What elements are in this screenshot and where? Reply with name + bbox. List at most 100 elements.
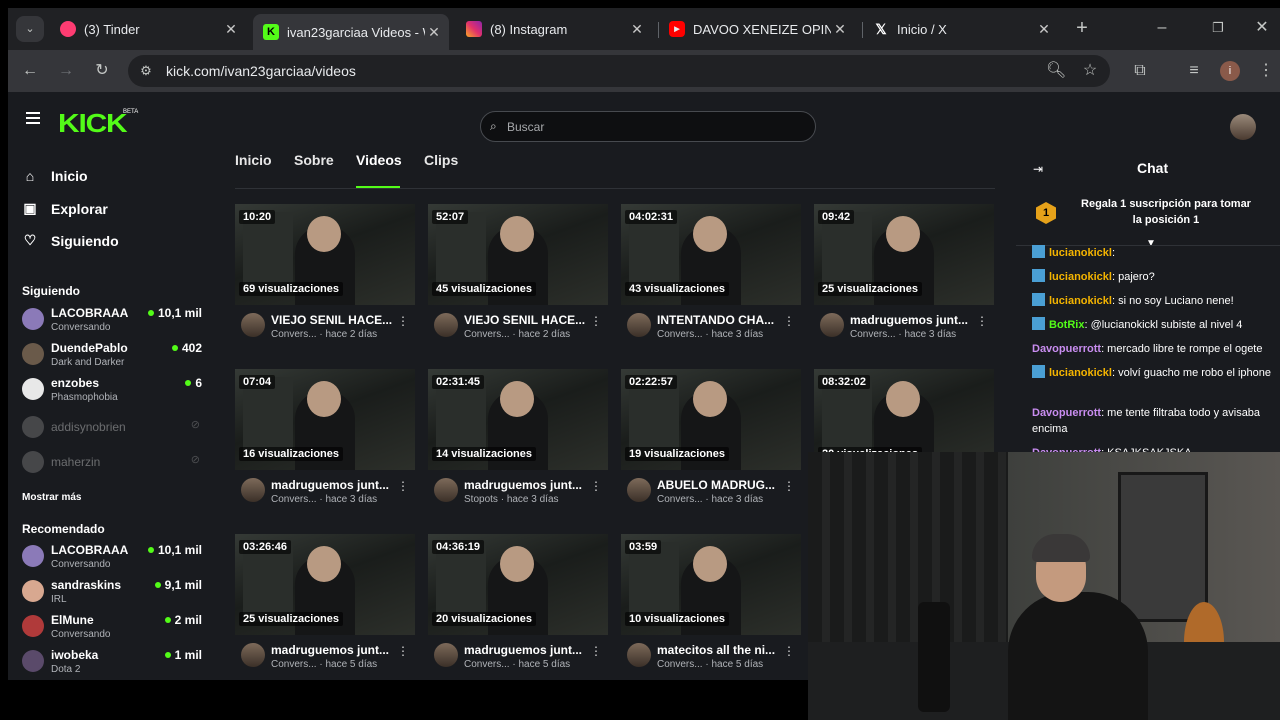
menu-dots-icon[interactable]: ⋮ (1256, 62, 1276, 80)
site-info-icon[interactable]: ⚙ (136, 62, 156, 80)
video-title[interactable]: madruguemos junt... (464, 643, 592, 657)
video-card[interactable]: 02:31:45 14 visualizaciones madruguemos ju… (428, 369, 608, 515)
video-title[interactable]: VIEJO SENIL HACE... (271, 313, 399, 327)
more-options-icon[interactable]: ⋮ (397, 314, 409, 328)
tab-tinder[interactable]: (3) Tinder ✕ (50, 14, 246, 44)
tab-kick-videos[interactable]: K ivan23garciaa Videos - W ✕ (253, 14, 449, 50)
avatar[interactable] (434, 643, 458, 667)
video-thumbnail[interactable]: 09:42 25 visualizaciones (814, 204, 994, 305)
video-thumbnail[interactable]: 02:22:57 19 visualizaciones (621, 369, 801, 470)
hamburger-menu-icon[interactable] (26, 112, 40, 127)
chat-username[interactable]: lucianokickl (1049, 295, 1112, 307)
chat-username[interactable]: lucianokickl (1049, 247, 1112, 259)
gift-subscription-prompt[interactable]: Regala 1 suscripción para tomar la posic… (1076, 196, 1256, 228)
video-thumbnail[interactable]: 52:07 45 visualizaciones (428, 204, 608, 305)
user-avatar[interactable] (1230, 114, 1256, 140)
video-card[interactable]: 04:36:19 20 visualizaciones madruguemos ju… (428, 534, 608, 680)
video-thumbnail[interactable]: 04:02:31 43 visualizaciones (621, 204, 801, 305)
nav-siguiendo[interactable]: ♡ Siguiendo (22, 232, 119, 249)
nav-inicio[interactable]: ⌂ Inicio (22, 168, 88, 184)
avatar[interactable] (241, 643, 265, 667)
video-card[interactable]: 10:20 69 visualizaciones VIEJO SENIL HACE.… (235, 204, 415, 350)
chat-username[interactable]: Davopuerrott (1032, 343, 1101, 355)
following-channel[interactable]: DuendePablo Dark and Darker 402 (22, 339, 202, 371)
bookmark-star-icon[interactable]: ☆ (1080, 62, 1100, 80)
tab-x[interactable]: 𝕏 Inicio / X ✕ (863, 14, 1059, 44)
video-thumbnail[interactable]: 03:26:46 25 visualizaciones (235, 534, 415, 635)
video-category[interactable]: Convers... (657, 329, 703, 340)
following-channel[interactable]: enzobes Phasmophobia 6 (22, 374, 202, 406)
video-card[interactable]: 07:04 16 visualizaciones madruguemos junt.… (235, 369, 415, 515)
video-title[interactable]: madruguemos junt... (271, 478, 399, 492)
close-icon[interactable]: ✕ (425, 24, 443, 41)
more-options-icon[interactable]: ⋮ (397, 644, 409, 658)
video-card[interactable]: 03:26:46 25 visualizaciones madruguemos ju… (235, 534, 415, 680)
avatar[interactable] (434, 478, 458, 502)
tab-instagram[interactable]: (8) Instagram ✕ (456, 14, 652, 44)
video-thumbnail[interactable]: 02:31:45 14 visualizaciones (428, 369, 608, 470)
profile-avatar[interactable]: i (1220, 61, 1240, 81)
avatar[interactable] (627, 643, 651, 667)
video-category[interactable]: Stopots (464, 494, 498, 505)
chat-username[interactable]: BotRix (1049, 319, 1084, 331)
video-title[interactable]: madruguemos junt... (850, 313, 978, 327)
chat-username[interactable]: lucianokickl (1049, 367, 1112, 379)
show-more-link[interactable]: Mostrar más (22, 492, 81, 503)
video-title[interactable]: madruguemos junt... (271, 643, 399, 657)
following-channel-offline[interactable]: maherzin ⊘ (22, 447, 202, 479)
avatar[interactable] (241, 478, 265, 502)
video-title[interactable]: madruguemos junt... (464, 478, 592, 492)
address-bar[interactable]: ⚙ kick.com/ivan23garciaa/videos 🔍︎ ☆ (128, 55, 1110, 87)
zoom-icon[interactable]: 🔍︎ (1046, 62, 1066, 80)
back-icon[interactable]: ← (20, 62, 40, 80)
more-options-icon[interactable]: ⋮ (976, 314, 988, 328)
minimize-icon[interactable]: – (1152, 19, 1172, 37)
video-card[interactable]: 04:02:31 43 visualizaciones INTENTANDO CHA… (621, 204, 801, 350)
collapse-chat-icon[interactable]: ⇥ (1033, 162, 1043, 176)
tab-videos[interactable]: Videos (356, 152, 402, 168)
restore-icon[interactable]: ❐ (1208, 19, 1228, 37)
avatar[interactable] (627, 313, 651, 337)
video-category[interactable]: Convers... (464, 659, 510, 670)
avatar[interactable] (820, 313, 844, 337)
chat-username[interactable]: Davopuerrott (1032, 407, 1101, 419)
video-card[interactable]: 52:07 45 visualizaciones VIEJO SENIL HACE.… (428, 204, 608, 350)
video-category[interactable]: Convers... (850, 329, 896, 340)
video-category[interactable]: Convers... (271, 494, 317, 505)
video-category[interactable]: Convers... (657, 659, 703, 670)
nav-explorar[interactable]: ▣ Explorar (22, 200, 107, 217)
video-thumbnail[interactable]: 10:20 69 visualizaciones (235, 204, 415, 305)
video-card[interactable]: 09:42 25 visualizaciones madruguemos junt.… (814, 204, 994, 350)
new-tab-icon[interactable]: + (1072, 18, 1092, 38)
following-channel[interactable]: LACOBRAAA Conversando 10,1 mil (22, 304, 202, 336)
video-category[interactable]: Convers... (271, 659, 317, 670)
reload-icon[interactable]: ↻ (92, 62, 112, 80)
search-input[interactable]: ⌕ Buscar (480, 111, 816, 142)
tab-youtube[interactable]: ▶ DAVOO XENEIZE OPINA ✕ (659, 14, 855, 44)
kick-logo[interactable]: KICK (58, 108, 128, 139)
video-category[interactable]: Convers... (464, 329, 510, 340)
video-thumbnail[interactable]: 07:04 16 visualizaciones (235, 369, 415, 470)
close-icon[interactable]: ✕ (628, 21, 646, 38)
video-title[interactable]: VIEJO SENIL HACE... (464, 313, 592, 327)
more-options-icon[interactable]: ⋮ (783, 479, 795, 493)
video-card[interactable]: 03:59 10 visualizaciones matecitos all the… (621, 534, 801, 680)
recommended-channel[interactable]: LACOBRAAA Conversando 10,1 mil (22, 541, 202, 573)
video-card[interactable]: 02:22:57 19 visualizaciones ABUELO MADRUG.… (621, 369, 801, 515)
more-options-icon[interactable]: ⋮ (590, 314, 602, 328)
media-control-icon[interactable]: ≡ (1184, 62, 1204, 80)
tab-clips[interactable]: Clips (424, 152, 458, 168)
close-window-icon[interactable]: ✕ (1252, 19, 1272, 37)
tab-sobre[interactable]: Sobre (294, 152, 334, 168)
recommended-channel[interactable]: sandraskins IRL 9,1 mil (22, 576, 202, 608)
more-options-icon[interactable]: ⋮ (590, 479, 602, 493)
video-category[interactable]: Convers... (657, 494, 703, 505)
video-title[interactable]: ABUELO MADRUG... (657, 478, 785, 492)
following-channel-offline[interactable]: addisynobrien ⊘ (22, 412, 202, 444)
chat-username[interactable]: lucianokickl (1049, 271, 1112, 283)
video-category[interactable]: Convers... (271, 329, 317, 340)
close-icon[interactable]: ✕ (831, 21, 849, 38)
more-options-icon[interactable]: ⋮ (783, 644, 795, 658)
more-options-icon[interactable]: ⋮ (397, 479, 409, 493)
tab-search-chevron-icon[interactable]: ⌄ (16, 16, 44, 42)
